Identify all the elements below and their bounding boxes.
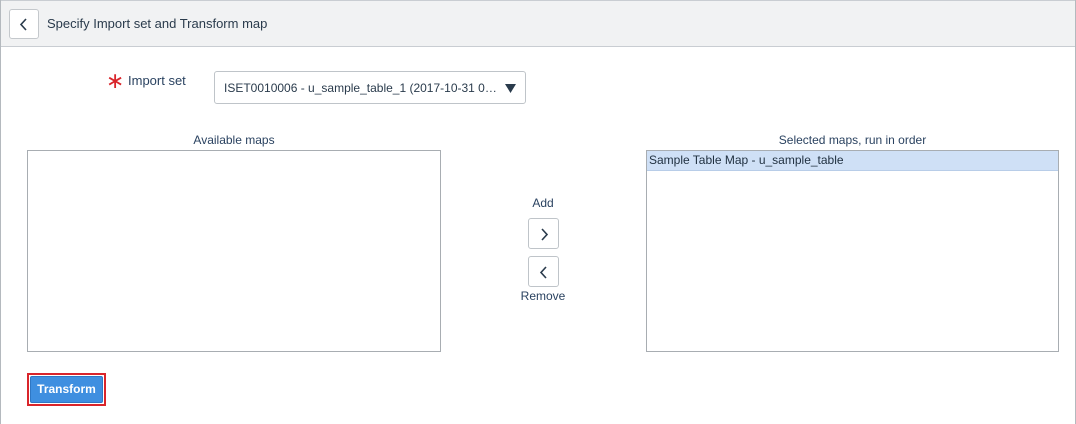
page-header: Specify Import set and Transform map — [1, 0, 1075, 47]
chevron-right-icon — [541, 228, 549, 241]
chevron-left-icon — [539, 266, 547, 279]
chevron-left-icon — [19, 18, 27, 31]
selected-maps-label: Selected maps, run in order — [778, 133, 927, 147]
import-set-label: Import set — [128, 73, 186, 88]
add-label: Add — [532, 196, 554, 210]
transform-button[interactable]: Transform — [30, 376, 103, 403]
available-maps-list[interactable] — [27, 150, 441, 352]
selected-maps-list[interactable]: Sample Table Map - u_sample_table — [646, 150, 1059, 352]
import-set-select[interactable]: ISET0010006 - u_sample_table_1 (2017-10-… — [214, 71, 526, 104]
list-item[interactable]: Sample Table Map - u_sample_table — [647, 151, 1058, 171]
page-title: Specify Import set and Transform map — [47, 16, 268, 31]
required-icon: ∗ — [106, 68, 125, 93]
remove-button[interactable] — [528, 256, 559, 287]
dropdown-arrow-icon — [505, 84, 516, 93]
transform-highlight: Transform — [27, 373, 106, 406]
import-set-value: ISET0010006 - u_sample_table_1 (2017-10-… — [224, 81, 500, 95]
available-maps-label: Available maps — [193, 133, 275, 147]
page-frame: Specify Import set and Transform map ∗ I… — [0, 0, 1076, 424]
back-button[interactable] — [9, 9, 39, 39]
add-button[interactable] — [528, 218, 559, 249]
remove-label: Remove — [520, 289, 566, 303]
